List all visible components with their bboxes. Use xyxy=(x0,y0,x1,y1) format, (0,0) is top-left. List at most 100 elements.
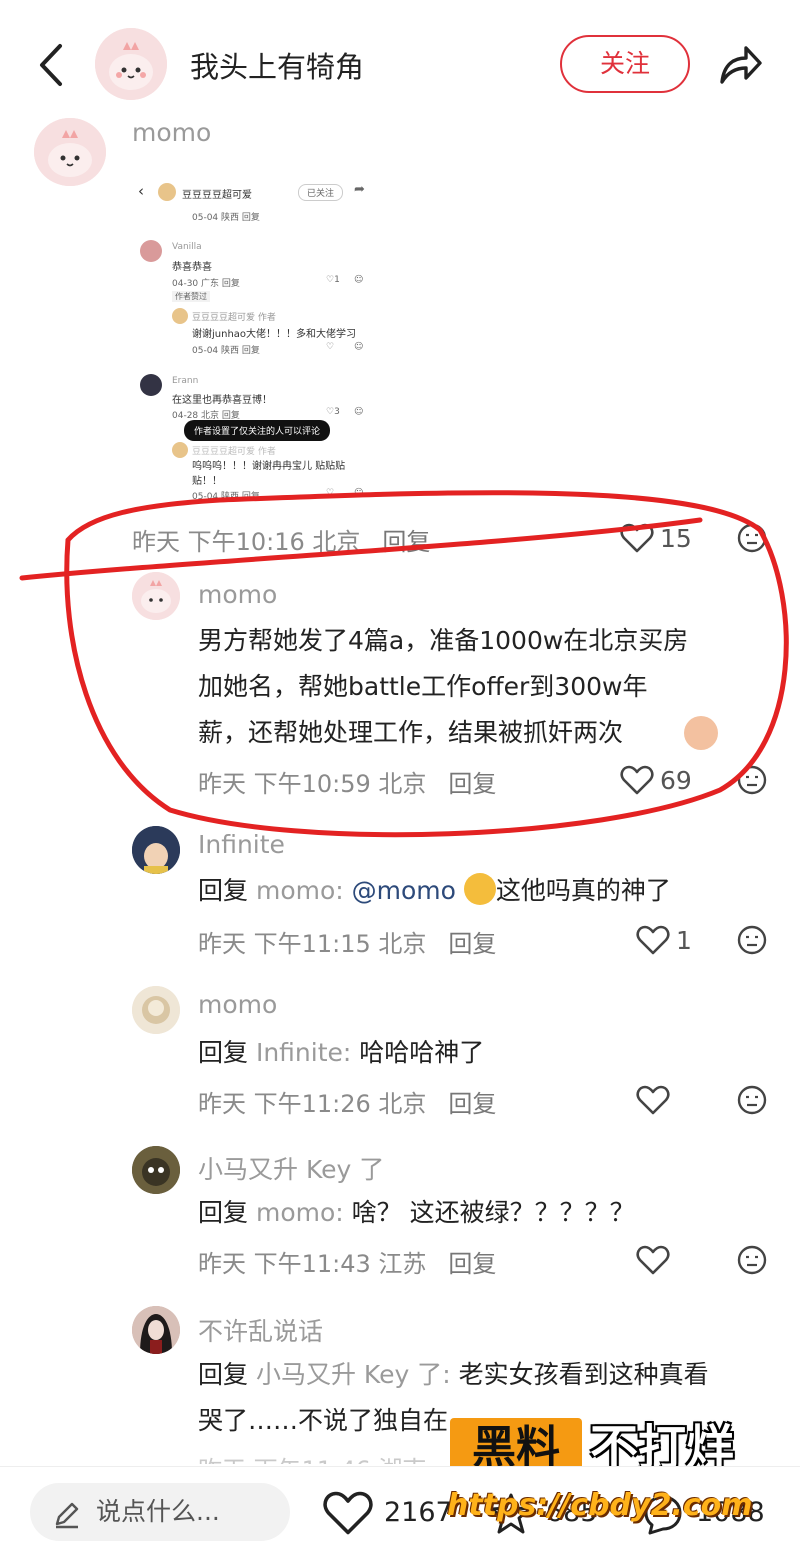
embedded-follow-state: 已关注 xyxy=(298,184,344,201)
crying-emoji-icon xyxy=(684,716,718,750)
reply-to-user[interactable]: momo xyxy=(256,1198,335,1227)
author-avatar[interactable] xyxy=(95,28,167,100)
watermark-url: https://cbdy2.com xyxy=(447,1488,753,1523)
smirk-emoji-icon xyxy=(463,873,496,905)
comment-time: 昨天 下午11:43 江苏 xyxy=(198,1250,427,1278)
like-count: 1 xyxy=(676,926,692,955)
reply-button[interactable]: 回复 xyxy=(382,528,430,556)
reply-button[interactable]: 回复 xyxy=(448,770,496,798)
embedded-name: Vanilla xyxy=(172,242,202,252)
avatar xyxy=(172,308,188,324)
embedded-meta: 05-04 陕西 回复 xyxy=(192,346,260,356)
comment-avatar[interactable] xyxy=(132,1306,180,1354)
avatar xyxy=(140,374,162,396)
reply-to-user[interactable]: 小马又升 Key 了 xyxy=(256,1360,442,1389)
heart-icon[interactable] xyxy=(620,522,654,554)
reply-to-user[interactable]: Infinite xyxy=(256,1038,343,1067)
reply-button[interactable]: 回复 xyxy=(448,1090,496,1118)
comment-body: 哈哈哈神了 xyxy=(359,1038,485,1067)
comment-avatar[interactable] xyxy=(132,572,180,620)
comment-time: 昨天 下午10:59 北京 xyxy=(198,770,427,798)
comment-body: 啥？ 这还被绿？？？？？ xyxy=(351,1198,635,1227)
share-icon[interactable] xyxy=(718,42,764,86)
comment-meta: 昨天 下午11:15 北京 回复 xyxy=(198,924,496,959)
post-like-count: 2167 xyxy=(384,1497,453,1528)
emoji-icon[interactable] xyxy=(736,764,768,796)
comment-text: 回复 momo: 啥？ 这还被绿？？？？？ xyxy=(198,1198,635,1227)
embedded-text: 在这里也再恭喜豆博！ xyxy=(172,395,272,406)
comment-body: 这他吗真的神了 xyxy=(495,876,671,905)
follow-button[interactable]: 关注 xyxy=(560,35,690,93)
embedded-text: 恭喜恭喜 xyxy=(172,262,212,273)
like-count: 69 xyxy=(660,766,692,795)
comment-author[interactable]: Infinite xyxy=(198,830,285,859)
comment-avatar[interactable] xyxy=(132,826,180,874)
reply-prefix: 回复 xyxy=(198,876,249,905)
like-count: 15 xyxy=(660,524,692,553)
comment-text: 回复 Infinite: 哈哈哈神了 xyxy=(198,1038,485,1067)
reply-to-user[interactable]: momo xyxy=(256,876,335,905)
comment-body: 老实女孩看到这种真看 xyxy=(458,1360,709,1389)
embedded-name: 豆豆豆豆超可爱 作者 xyxy=(192,313,276,323)
comment-text-line: 男方帮她发了4篇a，准备1000w在北京买房 xyxy=(198,626,689,655)
like-icon[interactable] xyxy=(322,1489,374,1537)
emoji-icon[interactable] xyxy=(736,1244,768,1276)
emoji-icon[interactable] xyxy=(736,522,768,554)
comment-time: 昨天 下午11:15 北京 xyxy=(198,930,427,958)
comment-meta: 昨天 下午10:16 北京 回复 xyxy=(132,522,430,557)
heart-icon[interactable] xyxy=(620,764,654,796)
reply-button[interactable]: 回复 xyxy=(448,1250,496,1278)
reply-prefix: 回复 xyxy=(198,1198,249,1227)
heart-icon: ♡ xyxy=(326,488,335,498)
heart-icon[interactable] xyxy=(636,924,670,956)
comment-author[interactable]: momo xyxy=(198,990,277,1019)
comment-avatar[interactable] xyxy=(34,118,106,186)
emoji-icon: ☺ xyxy=(354,275,364,285)
comment-avatar[interactable] xyxy=(132,1146,180,1194)
author-name[interactable]: 我头上有犄角 xyxy=(190,44,364,86)
comment-text: 回复 momo: @momo 这他吗真的神了 xyxy=(198,870,671,912)
avatar xyxy=(140,240,162,262)
comment-meta: 昨天 下午10:59 北京 回复 xyxy=(198,764,496,799)
embedded-meta: 04-30 广东 回复 xyxy=(172,279,240,289)
comment-text: 回复 小马又升 Key 了: 老实女孩看到这种真看 xyxy=(198,1360,709,1389)
mention-link[interactable]: @momo xyxy=(352,876,456,905)
emoji-icon: ☺ xyxy=(354,342,364,352)
comment-author[interactable]: momo xyxy=(198,580,277,609)
comment-time: 昨天 下午10:16 北京 xyxy=(132,528,361,556)
comment-time: 昨天 下午11:46 湖南 xyxy=(198,1456,426,1464)
embedded-text: 贴！！ xyxy=(192,476,222,487)
comment-avatar[interactable] xyxy=(132,986,180,1034)
comment-meta: 昨天 下午11:26 北京 回复 xyxy=(198,1084,496,1119)
comment-meta: 昨天 下午11:46 湖南 xyxy=(198,1450,426,1464)
embedded-meta: 05-04 陕西 回复 xyxy=(192,213,260,223)
reply-button[interactable]: 回复 xyxy=(448,930,496,958)
reply-prefix: 回复 xyxy=(198,1038,249,1067)
embedded-text: 谢谢junhao大佬！！！多和大佬学习 xyxy=(192,329,357,340)
heart-icon[interactable] xyxy=(636,1084,670,1116)
emoji-icon[interactable] xyxy=(736,1084,768,1116)
back-arrow-icon[interactable] xyxy=(36,42,66,88)
embedded-name: 豆豆豆豆超可爱 作者 xyxy=(192,447,276,457)
avatar xyxy=(172,442,188,458)
top-nav-bar: 我头上有犄角 关注 xyxy=(0,0,800,128)
comment-text-line: 薪，还帮她处理工作，结果被抓奸两次 xyxy=(198,718,624,747)
comment-author[interactable]: 不许乱说话 xyxy=(198,1312,323,1348)
embedded-meta: 05-04 陕西 回复 xyxy=(192,492,260,502)
back-arrow-icon: ‹ xyxy=(138,182,144,200)
comment-author[interactable]: momo xyxy=(132,118,211,147)
comment-text-line: 哭了……不说了独自在 xyxy=(198,1406,449,1435)
emoji-icon: ☺ xyxy=(354,488,364,498)
comment-author[interactable]: 小马又升 Key 了 xyxy=(198,1150,384,1186)
reply-prefix: 回复 xyxy=(198,1360,249,1389)
comment-image[interactable]: ‹ 豆豆豆豆超可爱 已关注 ➦ 05-04 陕西 回复 Vanilla 恭喜恭喜… xyxy=(132,178,376,508)
embedded-text: 呜呜呜！！！谢谢冉冉宝儿 贴贴贴 xyxy=(192,461,346,472)
comment-text-line: 加她名，帮她battle工作offer到300w年 xyxy=(198,672,648,701)
embedded-title: 豆豆豆豆超可爱 xyxy=(182,190,252,201)
emoji-icon: ☺ xyxy=(354,407,364,417)
heart-icon[interactable] xyxy=(636,1244,670,1276)
pencil-icon xyxy=(55,1502,79,1529)
emoji-icon[interactable] xyxy=(736,924,768,956)
heart-icon: ♡3 xyxy=(326,407,340,417)
heart-icon: ♡ xyxy=(326,342,335,352)
